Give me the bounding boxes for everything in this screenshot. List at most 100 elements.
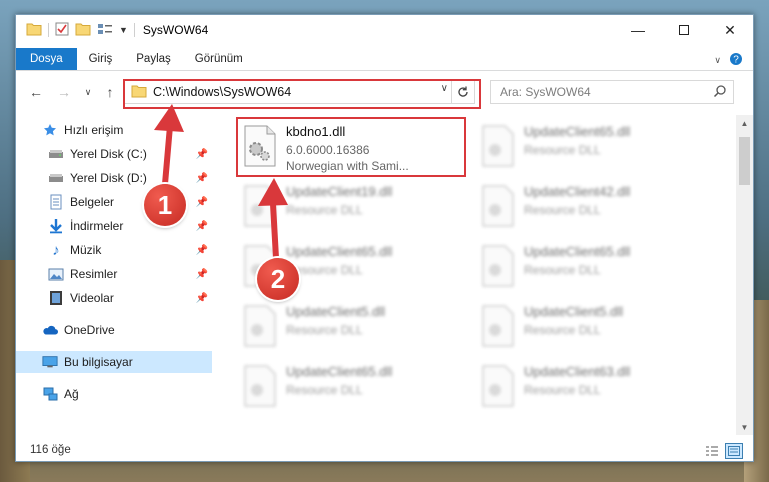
search-icon [713,84,727,101]
caption-buttons: — ✕ [615,15,753,45]
ribbon-right-controls: ∨ ? [714,52,743,69]
tab-gorunum[interactable]: Görünüm [183,48,255,70]
nav-item-downloads[interactable]: İndirmeler 📌 [16,215,212,237]
folder-icon [26,22,42,39]
file-tile[interactable]: UpdateClient42.dll Resource DLL [476,179,706,235]
vertical-scrollbar[interactable]: ▲ ▼ [736,115,753,435]
pin-icon: 📌 [195,244,208,256]
file-description: Resource DLL [524,143,601,157]
explorer-window: ▼ SysWOW64 — ✕ Dosya Giriş Paylaş Görünü… [15,14,754,462]
navigation-pane: Hızlı erişim Yerel Disk (C:) 📌 Yerel Dis… [16,115,212,435]
pictures-icon [48,266,64,282]
network-icon [42,386,58,402]
file-name: UpdateClient19.dll [286,184,393,199]
file-name: UpdateClient63.dll [524,364,631,379]
file-tile[interactable]: UpdateClient5.dll Resource DLL [476,299,706,355]
nav-item-label: Yerel Disk (C:) [70,147,147,161]
computer-icon [42,354,58,370]
nav-item-onedrive[interactable]: OneDrive [16,319,212,341]
search-placeholder: Ara: SysWOW64 [500,85,591,99]
pin-icon: 📌 [195,172,208,184]
file-description: Resource DLL [524,203,601,217]
dll-file-icon [480,245,516,287]
nav-item-label: OneDrive [64,323,115,337]
file-name: UpdateClient5.dll [286,304,386,319]
pin-icon: 📌 [195,196,208,208]
dll-file-icon [242,185,278,227]
nav-item-disk-c[interactable]: Yerel Disk (C:) 📌 [16,143,212,165]
file-tile[interactable]: UpdateClient65.dll Resource DLL [476,119,706,175]
step-1-badge: 1 [144,184,186,226]
cloud-icon [42,322,58,338]
file-description: Resource DLL [524,383,601,397]
ribbon-tabs: Dosya Giriş Paylaş Görünüm ∨ ? [16,48,753,71]
new-folder-icon[interactable] [75,22,91,39]
file-name: UpdateClient65.dll [286,364,393,379]
properties-icon[interactable] [55,22,69,39]
file-tile[interactable]: UpdateClient63.dll Resource DLL [476,359,706,415]
file-name: UpdateClient5.dll [524,304,624,319]
file-name: UpdateClient65.dll [524,244,631,259]
up-arrow-icon[interactable]: ↑ [100,81,120,103]
details-view-icon[interactable] [703,443,721,459]
window-title: SysWOW64 [142,23,209,37]
star-icon [42,122,58,138]
file-tile[interactable]: UpdateClient5.dll Resource DLL [238,299,468,355]
nav-item-network[interactable]: Ağ [16,383,212,405]
file-name: UpdateClient65.dll [524,124,631,139]
nav-item-label: Müzik [70,243,102,257]
videos-icon [48,290,64,306]
file-tile[interactable]: UpdateClient19.dll Resource DLL [238,179,468,235]
search-box[interactable]: Ara: SysWOW64 [490,80,734,104]
scroll-down-icon[interactable]: ▼ [736,419,753,435]
help-icon[interactable]: ? [729,52,743,69]
status-bar: 116 öğe [16,439,753,461]
file-description: Resource DLL [286,383,363,397]
documents-icon [48,194,64,210]
nav-item-label: Videolar [70,291,114,305]
file-highlight [236,117,466,177]
file-tile[interactable]: UpdateClient65.dll Resource DLL [238,359,468,415]
nav-item-label: Hızlı erişim [64,123,124,137]
address-bar-highlight [123,79,481,109]
nav-item-label: Belgeler [70,195,115,209]
nav-item-quick-access[interactable]: Hızlı erişim [16,119,212,141]
nav-item-pictures[interactable]: Resimler 📌 [16,263,212,285]
nav-item-label: Yerel Disk (D:) [70,171,147,185]
tiles-view-icon[interactable] [725,443,743,459]
file-description: Resource DLL [524,323,601,337]
minimize-button[interactable]: — [615,15,661,45]
tab-paylas[interactable]: Paylaş [124,48,183,70]
file-tile[interactable]: UpdateClient65.dll Resource DLL [476,239,706,295]
file-description: Resource DLL [286,203,363,217]
maximize-button[interactable] [661,15,707,45]
pin-icon: 📌 [195,220,208,232]
pin-icon: 📌 [195,292,208,304]
download-icon [48,218,64,234]
recent-locations-icon[interactable]: ∨ [78,81,98,103]
scroll-thumb[interactable] [739,137,750,185]
close-button[interactable]: ✕ [707,15,753,45]
forward-arrow-icon[interactable]: → [54,81,74,103]
title-bar: ▼ SysWOW64 — ✕ [16,15,753,45]
back-arrow-icon[interactable]: ← [26,81,46,103]
drive-icon [48,146,64,162]
file-name: UpdateClient42.dll [524,184,631,199]
item-count: 116 öğe [30,444,71,456]
toolbar-separator [133,23,135,37]
nav-item-music[interactable]: ♪ Müzik 📌 [16,239,212,261]
step-2-badge: 2 [257,258,299,300]
customize-view-icon[interactable] [97,22,113,39]
tab-dosya[interactable]: Dosya [16,48,77,70]
expand-ribbon-icon[interactable]: ∨ [714,55,721,66]
dll-file-icon [480,125,516,167]
nav-item-videos[interactable]: Videolar 📌 [16,287,212,309]
scroll-up-icon[interactable]: ▲ [736,115,753,131]
tab-giris[interactable]: Giriş [77,48,125,70]
dll-file-icon [480,185,516,227]
qat-dropdown-icon[interactable]: ▼ [119,25,128,35]
dll-file-icon [480,305,516,347]
nav-item-this-pc[interactable]: Bu bilgisayar [16,351,212,373]
file-description: Resource DLL [286,323,363,337]
nav-item-disk-d[interactable]: Yerel Disk (D:) 📌 [16,167,212,189]
